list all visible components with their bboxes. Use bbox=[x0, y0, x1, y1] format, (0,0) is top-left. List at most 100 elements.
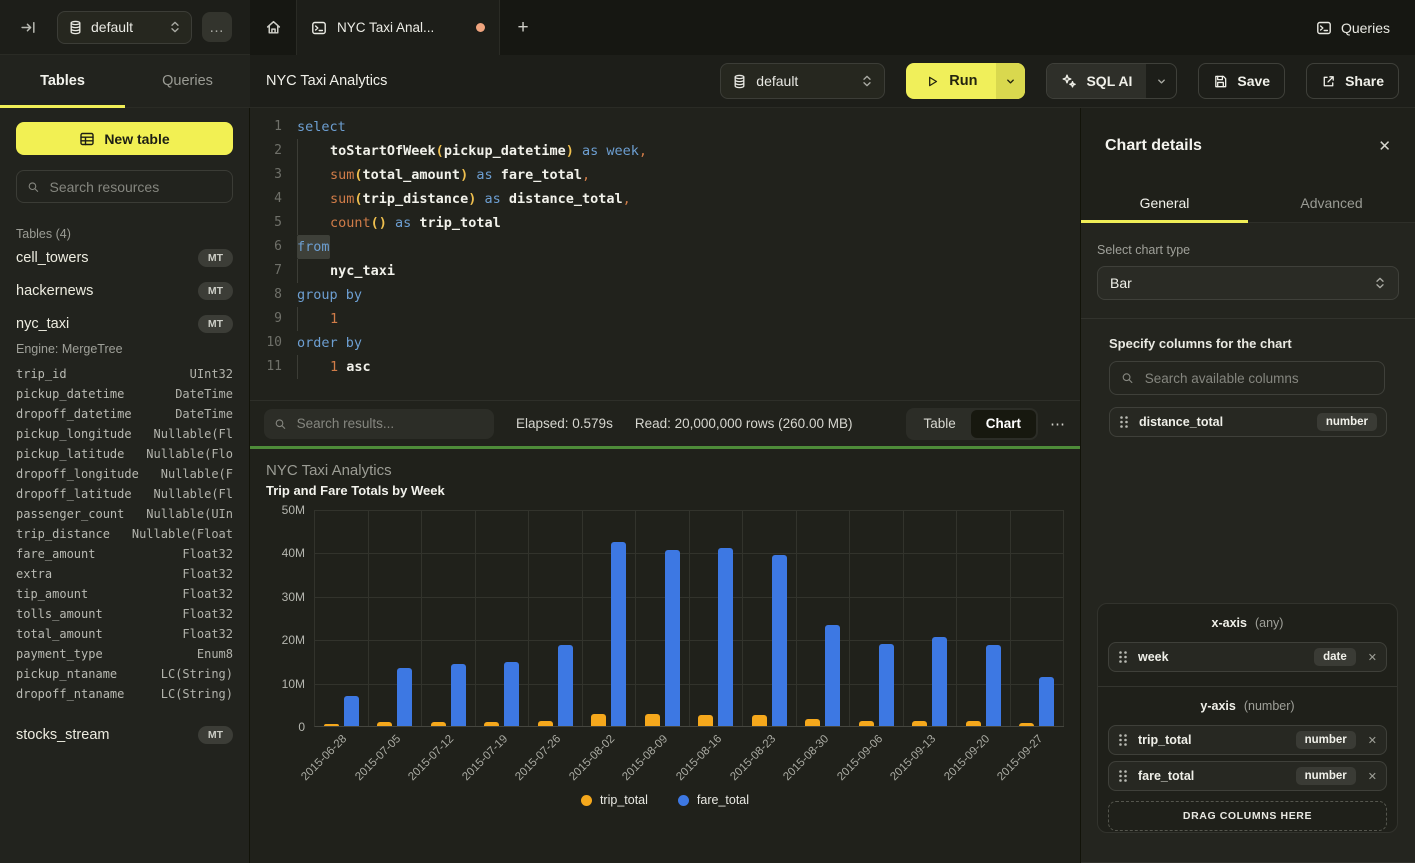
code-token: ) bbox=[460, 163, 468, 187]
column-type: Nullable(Fl bbox=[154, 424, 233, 444]
column-row: fare_amountFloat32 bbox=[16, 544, 233, 564]
terminal-icon bbox=[1316, 20, 1332, 36]
chart-type-select[interactable]: Bar bbox=[1097, 266, 1399, 300]
plot-area bbox=[314, 510, 1064, 727]
queries-button[interactable]: Queries bbox=[1291, 0, 1415, 55]
sql-ai-button[interactable]: SQL AI bbox=[1047, 64, 1146, 98]
table-row[interactable]: nyc_taxiMT bbox=[16, 307, 233, 340]
bar-trip_total bbox=[752, 715, 767, 726]
chip-type-badge: number bbox=[1317, 413, 1377, 431]
sidebar-database-selector[interactable]: default bbox=[57, 11, 192, 44]
bar-group bbox=[583, 510, 637, 726]
column-row: extraFloat32 bbox=[16, 564, 233, 584]
chevron-updown-icon bbox=[861, 74, 873, 88]
chart-area: 50M40M30M20M10M0 bbox=[266, 510, 1064, 727]
chart-subtitle: Trip and Fare Totals by Week bbox=[266, 483, 1064, 498]
sql-console-app: default … Tables Queries New table bbox=[0, 0, 1415, 863]
results-search[interactable] bbox=[264, 409, 494, 439]
drag-handle[interactable] bbox=[1119, 415, 1129, 429]
column-type: Nullable(Float bbox=[132, 524, 233, 544]
query-tab[interactable]: NYC Taxi Anal... bbox=[296, 0, 500, 55]
y-axis-label: y-axis bbox=[1200, 699, 1235, 713]
tab-general[interactable]: General bbox=[1081, 183, 1248, 222]
remove-chip-button[interactable]: ✕ bbox=[1368, 734, 1377, 747]
share-button[interactable]: Share bbox=[1306, 63, 1399, 99]
columns-search[interactable] bbox=[1109, 361, 1385, 395]
bar-fare_total bbox=[611, 542, 626, 726]
close-panel-button[interactable]: ✕ bbox=[1378, 137, 1391, 155]
table-name: cell_towers bbox=[16, 250, 89, 266]
code-token: total_amount bbox=[363, 163, 461, 187]
new-table-button[interactable]: New table bbox=[16, 122, 233, 155]
bar-fare_total bbox=[986, 645, 1001, 726]
tab-advanced[interactable]: Advanced bbox=[1248, 183, 1415, 222]
sql-editor[interactable]: 1select2toStartOfWeek(pickup_datetime) a… bbox=[250, 108, 1080, 400]
new-tab-button[interactable]: + bbox=[500, 0, 546, 55]
column-chip[interactable]: fare_totalnumber✕ bbox=[1108, 761, 1387, 791]
results-more-button[interactable]: ⋯ bbox=[1050, 415, 1066, 433]
column-type: Float32 bbox=[182, 624, 233, 644]
code-line: 2toStartOfWeek(pickup_datetime) as week, bbox=[250, 139, 1080, 163]
bar-trip_total bbox=[912, 721, 927, 726]
column-type: UInt32 bbox=[190, 364, 233, 384]
column-row: total_amountFloat32 bbox=[16, 624, 233, 644]
table-row[interactable]: hackernewsMT bbox=[16, 274, 233, 307]
column-chip[interactable]: trip_totalnumber✕ bbox=[1108, 725, 1387, 755]
sidebar-more-button[interactable]: … bbox=[202, 12, 232, 42]
bar-group bbox=[315, 510, 369, 726]
code-token: count bbox=[330, 211, 371, 235]
table-name: stocks_stream bbox=[16, 727, 109, 743]
drag-handle-icon bbox=[1118, 650, 1128, 664]
sparkles-icon bbox=[1061, 73, 1077, 89]
ellipsis-icon: ⋯ bbox=[1050, 416, 1066, 433]
sidebar-search-input[interactable] bbox=[48, 178, 223, 196]
legend-item[interactable]: trip_total bbox=[581, 793, 648, 807]
y-tick-label: 30M bbox=[282, 590, 305, 604]
column-row: tolls_amountFloat32 bbox=[16, 604, 233, 624]
legend-dot bbox=[678, 795, 689, 806]
toolbar-database-selector[interactable]: default bbox=[720, 63, 885, 99]
remove-chip-button[interactable]: ✕ bbox=[1368, 770, 1377, 783]
columns-search-input[interactable] bbox=[1143, 370, 1373, 387]
column-name: dropoff_ntaname bbox=[16, 684, 124, 704]
run-button[interactable]: Run bbox=[906, 63, 996, 99]
results-search-input[interactable] bbox=[295, 415, 484, 432]
bar-fare_total bbox=[558, 645, 573, 726]
home-button[interactable] bbox=[250, 0, 296, 55]
play-icon bbox=[925, 74, 940, 89]
drag-handle[interactable] bbox=[1118, 769, 1128, 783]
queries-label: Queries bbox=[1341, 20, 1390, 36]
legend-item[interactable]: fare_total bbox=[678, 793, 749, 807]
view-toggle-chart[interactable]: Chart bbox=[971, 410, 1036, 438]
code-token: , bbox=[582, 163, 590, 187]
save-button[interactable]: Save bbox=[1198, 63, 1285, 99]
view-toggle-table[interactable]: Table bbox=[908, 410, 970, 438]
sql-ai-options-button[interactable] bbox=[1146, 64, 1176, 98]
bar-trip_total bbox=[1019, 723, 1034, 726]
drag-handle[interactable] bbox=[1118, 733, 1128, 747]
column-chip[interactable]: weekdate✕ bbox=[1108, 642, 1387, 672]
drag-columns-dropzone[interactable]: DRAG COLUMNS HERE bbox=[1108, 801, 1387, 831]
column-chip[interactable]: distance_totalnumber bbox=[1109, 407, 1387, 437]
code-token: trip_total bbox=[419, 211, 500, 235]
y-tick-label: 40M bbox=[282, 546, 305, 560]
database-icon bbox=[732, 74, 747, 89]
table-row[interactable]: stocks_streamMT bbox=[16, 718, 233, 751]
collapse-sidebar-button[interactable] bbox=[16, 15, 40, 39]
sidebar-search[interactable] bbox=[16, 170, 233, 203]
column-type: LC(String) bbox=[161, 684, 233, 704]
bar-fare_total bbox=[772, 555, 787, 726]
bar-fare_total bbox=[504, 662, 519, 726]
code-token: as bbox=[387, 211, 420, 235]
remove-chip-button[interactable]: ✕ bbox=[1368, 651, 1377, 664]
query-tab-title: NYC Taxi Anal... bbox=[337, 20, 434, 35]
run-options-button[interactable] bbox=[996, 63, 1025, 99]
column-row: pickup_longitudeNullable(Fl bbox=[16, 424, 233, 444]
table-row[interactable]: cell_towersMT bbox=[16, 241, 233, 274]
drag-handle[interactable] bbox=[1118, 650, 1128, 664]
code-token: sum bbox=[330, 163, 354, 187]
code-token bbox=[297, 307, 330, 331]
sidebar-tab-queries[interactable]: Queries bbox=[125, 55, 250, 107]
sidebar-tab-tables[interactable]: Tables bbox=[0, 55, 125, 107]
code-token: ) bbox=[468, 187, 476, 211]
